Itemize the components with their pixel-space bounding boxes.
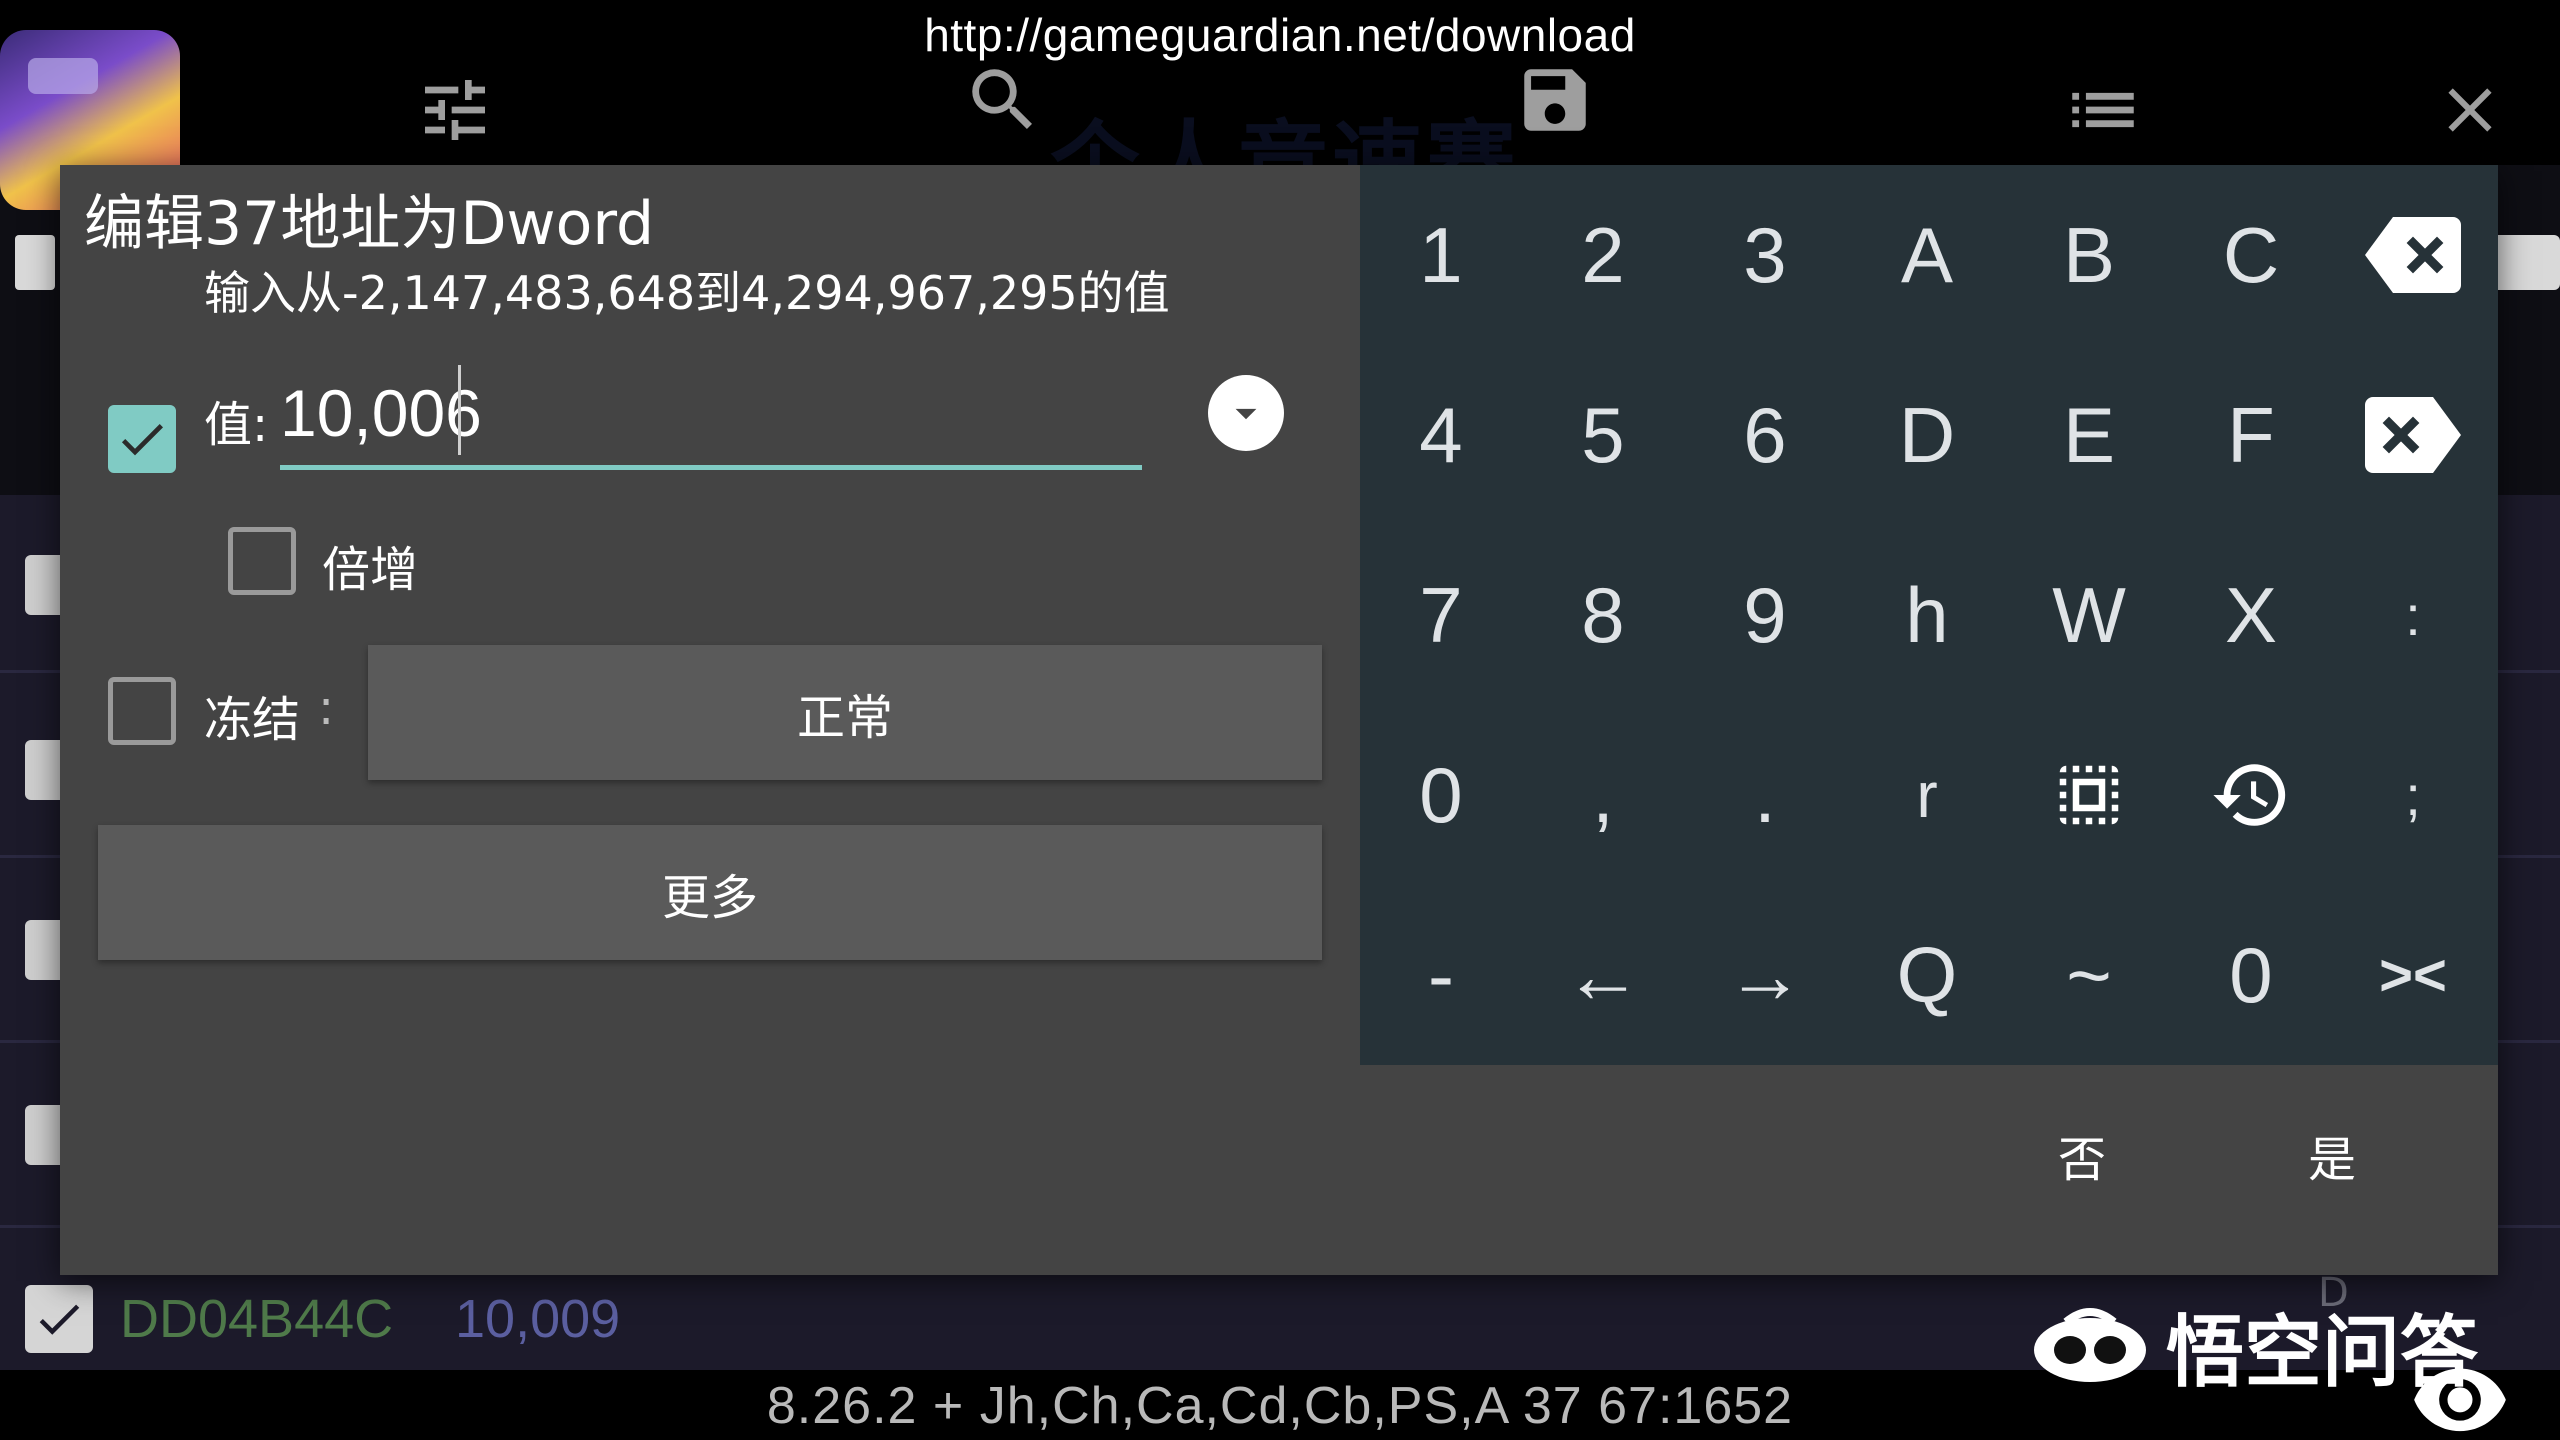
row-checkbox[interactable] <box>25 1285 93 1353</box>
key-e[interactable]: E <box>2008 345 2170 525</box>
value-checkbox[interactable] <box>108 405 176 473</box>
value-history-dropdown[interactable] <box>1208 375 1284 451</box>
dialog-subtitle: 输入从-2,147,483,648到4,294,967,295的值 <box>204 266 1170 320</box>
row-value: 10,009 <box>455 1289 621 1349</box>
key-x[interactable]: X <box>2170 525 2332 705</box>
key-w[interactable]: W <box>2008 525 2170 705</box>
key-h[interactable]: h <box>1846 525 2008 705</box>
backspace-icon <box>2365 217 2461 293</box>
key-5[interactable]: 5 <box>1522 345 1684 525</box>
close-icon[interactable] <box>2415 55 2525 165</box>
key-1[interactable]: 1 <box>1360 165 1522 345</box>
key-2[interactable]: 2 <box>1522 165 1684 345</box>
freeze-checkbox[interactable] <box>108 677 176 745</box>
multiply-checkbox[interactable] <box>228 527 296 595</box>
no-button[interactable]: 否 <box>2058 1120 2106 1190</box>
edit-value-dialog: 编辑37地址为Dword 输入从-2,147,483,648到4,294,967… <box>60 165 2498 1275</box>
key-8[interactable]: 8 <box>1522 525 1684 705</box>
screen: 个人竞速赛 http://gameguardian.net/download D… <box>0 0 2560 1440</box>
history-icon <box>2213 764 2286 826</box>
value-input[interactable] <box>280 360 1142 470</box>
clear-icon <box>2365 397 2461 473</box>
key-4[interactable]: 4 <box>1360 345 1522 525</box>
cursor-right-key[interactable]: → <box>1684 885 1846 1065</box>
yes-button[interactable]: 是 <box>2308 1120 2356 1190</box>
key-c[interactable]: C <box>2170 165 2332 345</box>
row-address: DD04B44C <box>120 1289 394 1349</box>
key-9[interactable]: 9 <box>1684 525 1846 705</box>
collapse-keypad-key[interactable]: >< <box>2332 885 2494 1065</box>
freeze-colon: : <box>318 680 335 736</box>
value-label: 值: <box>204 397 269 453</box>
key-period[interactable]: . <box>1684 705 1846 885</box>
multiply-label: 倍增 <box>322 542 419 598</box>
key-colon[interactable]: : <box>2332 525 2494 705</box>
eye-icon <box>2414 1368 2506 1432</box>
hex-keypad: 1 2 3 A B C 4 5 6 D E F 7 8 9 h W X: 0 … <box>1360 165 2498 1065</box>
more-button[interactable]: 更多 <box>98 825 1322 960</box>
key-d[interactable]: D <box>1846 345 2008 525</box>
cursor-left-key[interactable]: ← <box>1522 885 1684 1065</box>
key-0-alt[interactable]: 0 <box>2170 885 2332 1065</box>
key-minus[interactable]: - <box>1360 885 1522 1065</box>
key-q[interactable]: Q <box>1846 885 2008 1065</box>
key-f[interactable]: F <box>2170 345 2332 525</box>
key-r[interactable]: r <box>1846 705 2008 885</box>
key-0[interactable]: 0 <box>1360 705 1522 885</box>
freeze-mode-button[interactable]: 正常 <box>368 645 1322 780</box>
history-key[interactable] <box>2170 705 2332 885</box>
key-tilde[interactable]: ~ <box>2008 885 2170 1065</box>
freeze-label: 冻结 <box>204 692 301 748</box>
key-semicolon[interactable]: ; <box>2332 705 2494 885</box>
save-icon[interactable] <box>1500 45 1610 155</box>
search-icon[interactable] <box>948 45 1058 155</box>
url-watermark: http://gameguardian.net/download <box>924 9 1636 61</box>
text-caret <box>458 365 461 455</box>
background-edge-button-right <box>2490 235 2560 290</box>
key-a[interactable]: A <box>1846 165 2008 345</box>
list-icon[interactable] <box>2048 55 2158 165</box>
background-edge-button <box>15 235 55 290</box>
key-comma[interactable]: , <box>1522 705 1684 885</box>
key-b[interactable]: B <box>2008 165 2170 345</box>
select-all-icon <box>2059 765 2119 825</box>
select-all-key[interactable] <box>2008 705 2170 885</box>
key-6[interactable]: 6 <box>1684 345 1846 525</box>
key-3[interactable]: 3 <box>1684 165 1846 345</box>
wukong-logo-icon <box>2034 1308 2146 1382</box>
settings-sliders-icon[interactable] <box>400 55 510 165</box>
backspace-key[interactable] <box>2332 165 2494 345</box>
dialog-title: 编辑37地址为Dword <box>84 189 655 259</box>
clear-key[interactable] <box>2332 345 2494 525</box>
key-7[interactable]: 7 <box>1360 525 1522 705</box>
